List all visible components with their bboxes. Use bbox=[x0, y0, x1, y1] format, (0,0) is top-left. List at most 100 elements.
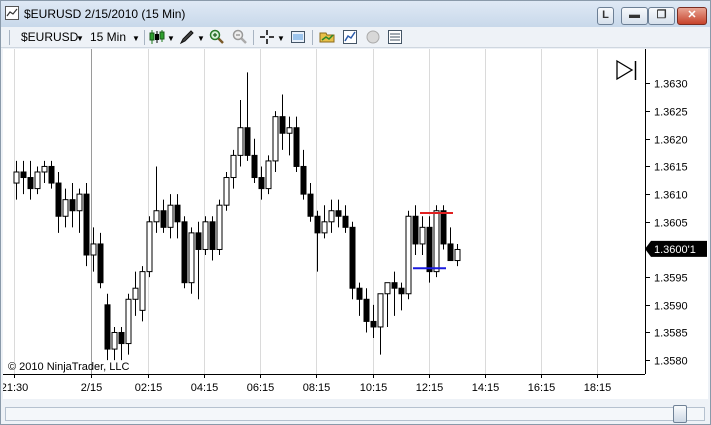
candle-body bbox=[314, 215, 321, 234]
price-tick-label: 1.3620 bbox=[654, 135, 688, 147]
price-tick-label: 1.3610 bbox=[654, 190, 688, 202]
candle-body bbox=[377, 293, 384, 328]
candle-body bbox=[34, 171, 41, 190]
candle-body bbox=[321, 221, 328, 234]
candle-body bbox=[230, 154, 237, 179]
toolbar-separator bbox=[253, 30, 254, 45]
properties-icon[interactable] bbox=[290, 29, 306, 45]
candle-body bbox=[174, 204, 181, 223]
candle-body bbox=[307, 193, 314, 217]
time-tick-label: 12:15 bbox=[416, 382, 444, 394]
candle-body bbox=[118, 331, 125, 345]
horizontal-scrollbar[interactable] bbox=[1, 402, 710, 424]
copyright-text: © 2010 NinjaTrader, LLC bbox=[8, 361, 129, 373]
interval-selector[interactable]: 15 Min bbox=[90, 30, 126, 44]
strategy-icon[interactable] bbox=[365, 29, 381, 45]
candle-body bbox=[293, 127, 300, 167]
candle-body bbox=[104, 304, 111, 350]
scroll-thumb[interactable] bbox=[673, 405, 687, 423]
price-tick-label: 1.3595 bbox=[654, 273, 688, 285]
chart-canvas[interactable]: 1.3630 1.3625 1.3620 1.3615 1.3610 1.3605 1.36… bbox=[3, 49, 708, 399]
price-tick-label: 1.3625 bbox=[654, 107, 688, 119]
candle-body bbox=[139, 271, 146, 311]
draw-icon[interactable] bbox=[179, 29, 195, 45]
close-button[interactable]: ✕ bbox=[677, 7, 707, 25]
candle-body bbox=[265, 160, 272, 190]
title-bar[interactable]: $EURUSD 2/15/2010 (15 Min) L ▬ ❐ ✕ bbox=[1, 1, 710, 27]
instrument-dropdown-icon[interactable]: ▼ bbox=[76, 34, 84, 43]
chart-style-icon[interactable] bbox=[149, 29, 165, 45]
chart-app-icon bbox=[5, 6, 19, 20]
price-tick-label: 1.3630 bbox=[654, 79, 688, 91]
candle-body bbox=[342, 215, 349, 228]
candle-body bbox=[97, 243, 104, 284]
candle-body bbox=[20, 171, 27, 179]
current-price-label: 1.3600'1 bbox=[654, 244, 696, 256]
candle-body bbox=[83, 193, 90, 256]
interval-dropdown-icon[interactable]: ▼ bbox=[132, 34, 140, 43]
candle-body bbox=[419, 226, 426, 245]
time-tick-label: 08:15 bbox=[303, 382, 331, 394]
candle-body bbox=[237, 127, 244, 156]
candle-body bbox=[216, 204, 223, 250]
candle-body bbox=[55, 182, 62, 217]
scroll-track[interactable] bbox=[5, 407, 705, 421]
crosshair-icon[interactable] bbox=[259, 29, 275, 45]
draw-dropdown-icon[interactable]: ▼ bbox=[197, 34, 205, 43]
price-chart[interactable]: 1.3630 1.3625 1.3620 1.3615 1.3610 1.3605 1.36… bbox=[3, 49, 708, 399]
candle-body bbox=[209, 221, 216, 250]
candle-body bbox=[146, 221, 153, 273]
time-tick-label: 18:15 bbox=[584, 382, 612, 394]
candle-body bbox=[412, 215, 419, 245]
price-tick-label: 1.3590 bbox=[654, 301, 688, 313]
candle-body bbox=[335, 210, 342, 217]
candle-body bbox=[370, 320, 377, 328]
toolbar-separator bbox=[9, 30, 10, 45]
candle-body bbox=[167, 204, 174, 228]
price-tick-label: 1.3605 bbox=[654, 218, 688, 230]
candle-body bbox=[426, 226, 433, 273]
candle-body bbox=[447, 243, 454, 262]
candle-body bbox=[188, 232, 195, 284]
window-title: $EURUSD 2/15/2010 (15 Min) bbox=[24, 7, 186, 21]
candle-body bbox=[384, 282, 391, 295]
time-tick-label: 2/15 bbox=[81, 382, 102, 394]
candle-body bbox=[349, 226, 356, 289]
chart-window: $EURUSD 2/15/2010 (15 Min) L ▬ ❐ ✕ $EURU… bbox=[0, 0, 711, 425]
candle-body bbox=[132, 287, 139, 300]
candle-body bbox=[440, 210, 447, 245]
chart-style-dropdown-icon[interactable]: ▼ bbox=[167, 34, 175, 43]
candle-body bbox=[328, 210, 335, 223]
chart-toolbar: $EURUSD ▼ 15 Min ▼ ▼ ▼ ▼ bbox=[1, 27, 710, 48]
candle-body bbox=[223, 177, 230, 206]
instruments-icon[interactable] bbox=[319, 29, 335, 45]
price-tick-label: 1.3580 bbox=[654, 356, 688, 368]
candle-body bbox=[258, 177, 265, 190]
layout-button[interactable]: L bbox=[597, 7, 614, 25]
candle-body bbox=[48, 165, 55, 184]
candle-body bbox=[356, 287, 363, 300]
data-box-icon[interactable] bbox=[387, 29, 403, 45]
candle-body bbox=[62, 199, 69, 217]
candle-body bbox=[405, 215, 412, 295]
instrument-selector[interactable]: $EURUSD bbox=[21, 30, 78, 44]
candle-body bbox=[111, 331, 118, 350]
price-tick-label: 1.3585 bbox=[654, 328, 688, 340]
zoom-in-icon[interactable] bbox=[209, 29, 225, 45]
candle-body bbox=[202, 221, 209, 250]
time-tick-label: 21:30 bbox=[3, 382, 28, 394]
candle-body bbox=[398, 287, 405, 295]
minimize-button[interactable]: ▬ bbox=[621, 7, 648, 25]
candle-body bbox=[300, 165, 307, 195]
candle-body bbox=[153, 210, 160, 223]
indicators-icon[interactable] bbox=[342, 29, 358, 45]
crosshair-dropdown-icon[interactable]: ▼ bbox=[277, 34, 285, 43]
candle-body bbox=[391, 282, 398, 289]
zoom-out-icon[interactable] bbox=[232, 29, 248, 45]
candle-body bbox=[41, 165, 48, 173]
maximize-button[interactable]: ❐ bbox=[648, 7, 675, 25]
candle-body bbox=[13, 171, 20, 184]
candle-body bbox=[160, 210, 167, 228]
candle-body bbox=[125, 298, 132, 345]
time-tick-label: 02:15 bbox=[135, 382, 163, 394]
